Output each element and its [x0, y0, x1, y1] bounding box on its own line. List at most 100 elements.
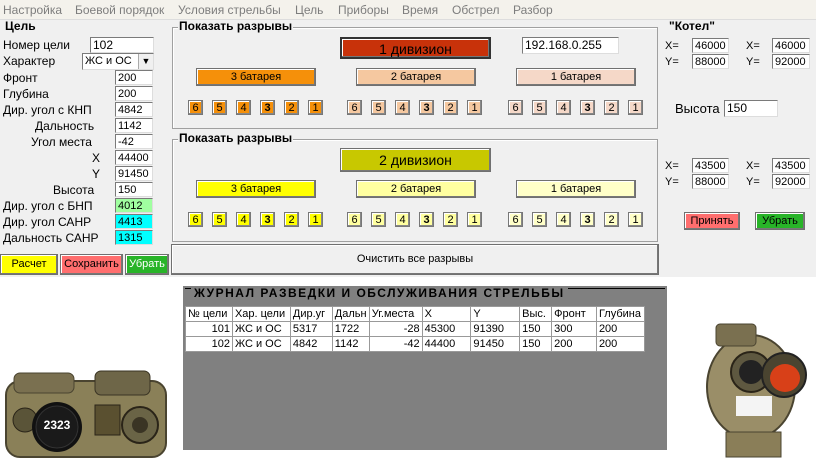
div2-battery3-shot-button[interactable]: 6 [188, 212, 203, 227]
save-button[interactable]: Сохранить [60, 254, 123, 275]
div2-battery1-button[interactable]: 1 батарея [516, 180, 636, 198]
front-input[interactable]: 200 [115, 70, 153, 85]
target-group-title: Цель [4, 19, 37, 33]
division2-button[interactable]: 2 дивизион [340, 148, 491, 172]
kotel-accept-button[interactable]: Принять [684, 212, 740, 230]
menu-item-time[interactable]: Время [402, 3, 438, 17]
ip-address-input[interactable]: 192.168.0.255 [522, 37, 619, 54]
div1-battery1-shot-button[interactable]: 1 [628, 100, 643, 115]
kotel-y2-input[interactable]: 92000 [772, 54, 810, 69]
div1-battery1-shot-button[interactable]: 6 [508, 100, 523, 115]
div2-battery1-shot-button[interactable]: 6 [508, 212, 523, 227]
col-elevation: Уг.места [368, 306, 423, 322]
dir-angle-sanr-value: 4413 [115, 214, 153, 229]
calc-button[interactable]: Расчет [0, 254, 58, 275]
div1-battery2-shot-button[interactable]: 6 [347, 100, 362, 115]
y-input[interactable]: 91450 [115, 166, 153, 181]
div1-battery2-button[interactable]: 2 батарея [356, 68, 476, 86]
table-cell: 300 [551, 321, 597, 337]
div1-battery1-button[interactable]: 1 батарея [516, 68, 636, 86]
height-input[interactable]: 150 [115, 182, 153, 197]
depth-input[interactable]: 200 [115, 86, 153, 101]
div2-battery3-shot-button[interactable]: 3 [260, 212, 275, 227]
division1-button[interactable]: 1 дивизион [340, 37, 491, 59]
menu-item-analysis[interactable]: Разбор [513, 3, 553, 17]
table-cell: 150 [519, 321, 553, 337]
kotel-remove-button[interactable]: Убрать [755, 212, 805, 230]
menu-item-settings[interactable]: Настройка [3, 3, 62, 17]
div2-battery2-shot-button[interactable]: 5 [371, 212, 386, 227]
menu-item-fire[interactable]: Обстрел [452, 3, 500, 17]
journal-title: ЖУРНАЛ РАЗВЕДКИ И ОБСЛУЖИВАНИЯ СТРЕЛЬБЫ [191, 287, 568, 300]
div1-battery1-shot-button[interactable]: 2 [604, 100, 619, 115]
table-cell: 44400 [421, 336, 472, 352]
table-cell: 150 [519, 336, 553, 352]
table-row[interactable]: 101 ЖС и ОС 5317 1722 -28 45300 91390 15… [185, 321, 646, 337]
div1-battery3-shot-button[interactable]: 4 [236, 100, 251, 115]
div1-battery3-shot-button[interactable]: 1 [308, 100, 323, 115]
menu-item-firing-conditions[interactable]: Условия стрельбы [178, 3, 281, 17]
div2-battery2-shot-button[interactable]: 2 [443, 212, 458, 227]
height-label: Высота [53, 183, 95, 197]
kotel-x4-input[interactable]: 43500 [772, 158, 810, 173]
div1-battery2-shot-button[interactable]: 3 [419, 100, 434, 115]
dir-angle-bnp-label: Дир. угол с БНП [3, 199, 93, 213]
div1-battery2-shot-button[interactable]: 1 [467, 100, 482, 115]
div2-battery2-shot-button[interactable]: 6 [347, 212, 362, 227]
elevation-angle-input[interactable]: -42 [115, 134, 153, 149]
remove-target-button[interactable]: Убрать [125, 254, 169, 275]
table-cell: 91450 [470, 336, 521, 352]
div1-battery3-button[interactable]: 3 батарея [196, 68, 316, 86]
div1-battery2-shot-button[interactable]: 5 [371, 100, 386, 115]
journal-header-row: № цели Хар. цели Дир.уг Дальн Уг.места X… [185, 306, 646, 322]
chevron-down-icon[interactable]: ▼ [138, 54, 153, 69]
table-row[interactable]: 102 ЖС и ОС 4842 1142 -42 44400 91450 15… [185, 336, 646, 352]
kotel-y4-input[interactable]: 92000 [772, 174, 810, 189]
kotel-y1-input[interactable]: 88000 [692, 54, 729, 69]
range-label: Дальность [35, 119, 95, 133]
depth-label: Глубина [3, 87, 49, 101]
div2-battery3-shot-button[interactable]: 4 [236, 212, 251, 227]
kotel-x2-input[interactable]: 46000 [772, 38, 810, 53]
col-y: Y [470, 306, 521, 322]
x-input[interactable]: 44400 [115, 150, 153, 165]
dir-angle-knp-input[interactable]: 4842 [115, 102, 153, 117]
div2-battery1-shot-button[interactable]: 5 [532, 212, 547, 227]
col-front: Фронт [551, 306, 597, 322]
kotel-y2-label: Y= [746, 56, 760, 68]
target-number-input[interactable]: 102 [90, 37, 154, 53]
div2-battery3-button[interactable]: 3 батарея [196, 180, 316, 198]
div2-battery3-shot-button[interactable]: 2 [284, 212, 299, 227]
kotel-y1-label: Y= [665, 56, 679, 68]
div2-battery1-shot-button[interactable]: 2 [604, 212, 619, 227]
range-input[interactable]: 1142 [115, 118, 153, 133]
div1-battery3-shot-button[interactable]: 6 [188, 100, 203, 115]
div1-battery3-shot-button[interactable]: 3 [260, 100, 275, 115]
kotel-height-input[interactable]: 150 [724, 100, 778, 117]
div2-battery1-shot-button[interactable]: 1 [628, 212, 643, 227]
clear-all-bursts-button[interactable]: Очистить все разрывы [171, 244, 659, 275]
div2-battery2-shot-button[interactable]: 4 [395, 212, 410, 227]
kotel-x3-input[interactable]: 43500 [692, 158, 729, 173]
div1-battery2-shot-button[interactable]: 4 [395, 100, 410, 115]
div1-battery3-shot-button[interactable]: 2 [284, 100, 299, 115]
div1-battery3-shot-button[interactable]: 5 [212, 100, 227, 115]
menu-item-battle-order[interactable]: Боевой порядок [75, 3, 164, 17]
col-range: Дальн [331, 306, 370, 322]
div2-battery2-shot-button[interactable]: 3 [419, 212, 434, 227]
div2-battery1-shot-button[interactable]: 4 [556, 212, 571, 227]
kotel-y3-input[interactable]: 88000 [692, 174, 729, 189]
div2-battery2-shot-button[interactable]: 1 [467, 212, 482, 227]
div2-battery1-shot-button[interactable]: 3 [580, 212, 595, 227]
div1-battery1-shot-button[interactable]: 4 [556, 100, 571, 115]
menu-item-devices[interactable]: Приборы [338, 3, 389, 17]
kotel-x1-input[interactable]: 46000 [692, 38, 729, 53]
div1-battery1-shot-button[interactable]: 3 [580, 100, 595, 115]
div1-battery1-shot-button[interactable]: 5 [532, 100, 547, 115]
div1-battery2-shot-button[interactable]: 2 [443, 100, 458, 115]
target-character-select[interactable]: ЖС и ОС ▼ [82, 53, 154, 70]
div2-battery2-button[interactable]: 2 батарея [356, 180, 476, 198]
div2-battery3-shot-button[interactable]: 1 [308, 212, 323, 227]
div2-battery3-shot-button[interactable]: 5 [212, 212, 227, 227]
menu-item-target[interactable]: Цель [295, 3, 323, 17]
